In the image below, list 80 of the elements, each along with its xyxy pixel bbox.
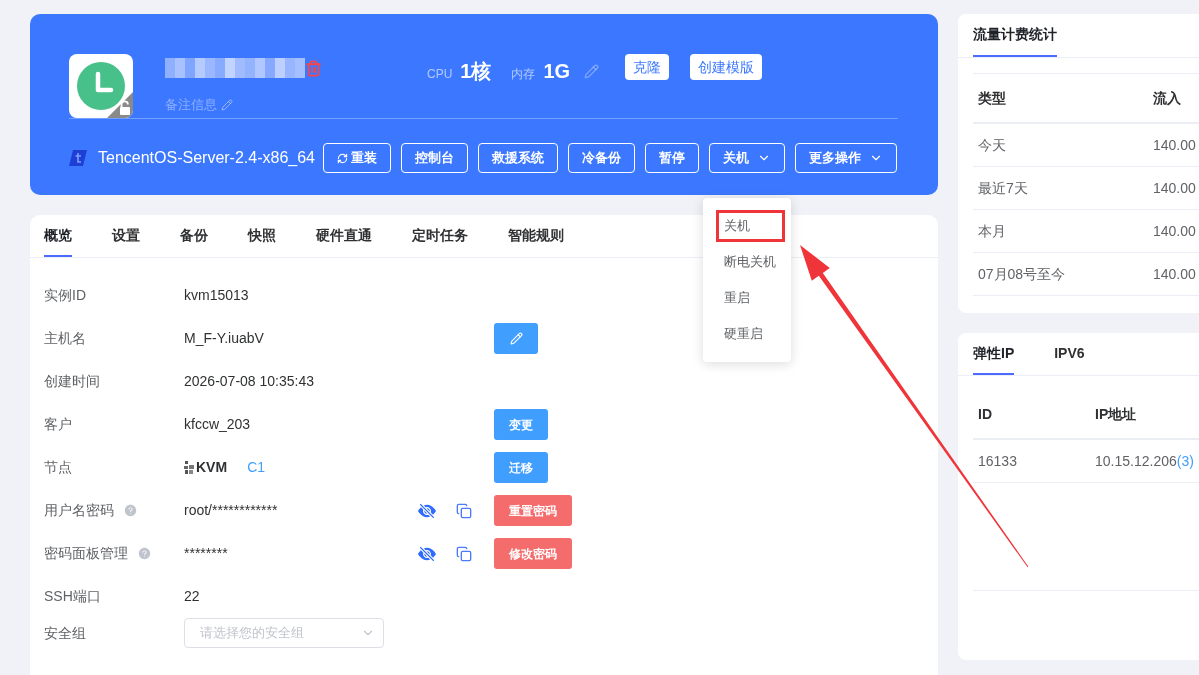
edit-button[interactable]: [494, 323, 538, 354]
node-name: KVM: [196, 458, 228, 477]
field-label: SSH端口: [44, 587, 101, 606]
eye-off-icon[interactable]: [418, 544, 436, 563]
column-header: 类型: [978, 90, 1006, 106]
tab[interactable]: 流量计费统计: [973, 14, 1057, 57]
field-value: ********: [184, 544, 228, 563]
pencil-icon: [509, 332, 523, 345]
remark-label: 备注信息: [165, 96, 217, 114]
field-value: M_F-Y.iuabV: [184, 329, 264, 348]
toolbar-button[interactable]: 冷备份: [568, 143, 635, 173]
tab[interactable]: 设置: [112, 215, 140, 257]
field-label: 用户名密码: [44, 501, 114, 520]
field-label: 主机名: [44, 329, 86, 348]
refresh-icon: [337, 152, 348, 164]
reinstall-button[interactable]: 重装: [323, 143, 391, 173]
ip-address: 10.15.12.206: [1095, 451, 1177, 471]
danger-button[interactable]: 修改密码: [494, 538, 572, 569]
pencil-icon[interactable]: [221, 98, 233, 111]
field-label: 密码面板管理: [44, 544, 128, 563]
copy-icon[interactable]: [456, 545, 472, 562]
action-button[interactable]: 变更: [494, 409, 548, 440]
tab[interactable]: IPV6: [1054, 333, 1085, 375]
menu-item[interactable]: 关机: [724, 216, 750, 236]
tab[interactable]: 定时任务: [412, 215, 468, 257]
spec-label: CPU: [427, 66, 453, 83]
column-header: IP地址: [1095, 406, 1137, 422]
field-value: 2026-07-08 10:35:43: [184, 372, 314, 391]
table-cell: 140.00: [1153, 266, 1196, 282]
pencil-icon[interactable]: [584, 63, 600, 79]
spec-value: 1核: [460, 59, 492, 84]
table-cell: 最近7天: [978, 180, 1028, 196]
menu-item[interactable]: 硬重启: [724, 324, 763, 344]
field-value: kfccw_203: [184, 415, 251, 434]
copy-icon[interactable]: [456, 502, 472, 519]
field-label: 节点: [44, 458, 72, 477]
tab[interactable]: 概览: [44, 215, 72, 257]
quick-action-button[interactable]: 创建模版: [690, 54, 763, 80]
danger-button[interactable]: 重置密码: [494, 495, 572, 526]
field-value: kvm15013: [184, 286, 249, 305]
help-icon[interactable]: [124, 504, 137, 517]
menu-item[interactable]: 重启: [724, 288, 750, 308]
field-label: 实例ID: [44, 286, 86, 305]
tab[interactable]: 快照: [248, 215, 276, 257]
table-cell: 本月: [978, 223, 1006, 239]
dropdown-button[interactable]: 关机: [709, 143, 785, 173]
table-cell: 16133: [978, 453, 1017, 469]
table-cell: 140.00: [1153, 180, 1196, 196]
quick-action-button[interactable]: 克隆: [625, 54, 670, 80]
node-icon: [184, 461, 194, 474]
toolbar-button[interactable]: 暂停: [645, 143, 699, 173]
table-cell: 今天: [978, 137, 1006, 153]
column-header: ID: [978, 406, 992, 422]
table-cell: 07月08号至今: [978, 266, 1066, 282]
tab[interactable]: 弹性IP: [973, 333, 1015, 375]
os-logo-icon: [69, 150, 87, 166]
tab[interactable]: 硬件直通: [316, 215, 372, 257]
field-value: 22: [184, 587, 200, 606]
eye-off-icon[interactable]: [418, 501, 436, 520]
toolbar-button[interactable]: 救援系统: [478, 143, 558, 173]
field-label: 创建时间: [44, 372, 100, 391]
field-value: root/************: [184, 501, 278, 520]
spec-label: 内存: [511, 66, 536, 83]
tab[interactable]: 备份: [180, 215, 208, 257]
node-link[interactable]: C1: [247, 457, 266, 478]
help-icon[interactable]: [138, 547, 151, 560]
os-name: TencentOS-Server-2.4-x86_64: [98, 148, 315, 168]
menu-item[interactable]: 断电关机: [724, 252, 776, 272]
toolbar-button[interactable]: 控制台: [401, 143, 468, 173]
tab[interactable]: 智能规则: [508, 215, 564, 257]
field-label: 安全组: [44, 623, 86, 643]
dropdown-button[interactable]: 更多操作: [795, 143, 897, 173]
column-header: 流入: [1153, 90, 1181, 106]
action-button[interactable]: 迁移: [494, 452, 548, 483]
table-cell: 140.00: [1153, 223, 1196, 239]
ip-count-link[interactable]: (3): [1176, 450, 1194, 472]
spec-value: 1G: [543, 59, 571, 84]
trash-icon[interactable]: [305, 59, 322, 77]
field-label: 客户: [44, 415, 72, 434]
table-cell: 140.00: [1153, 137, 1196, 153]
